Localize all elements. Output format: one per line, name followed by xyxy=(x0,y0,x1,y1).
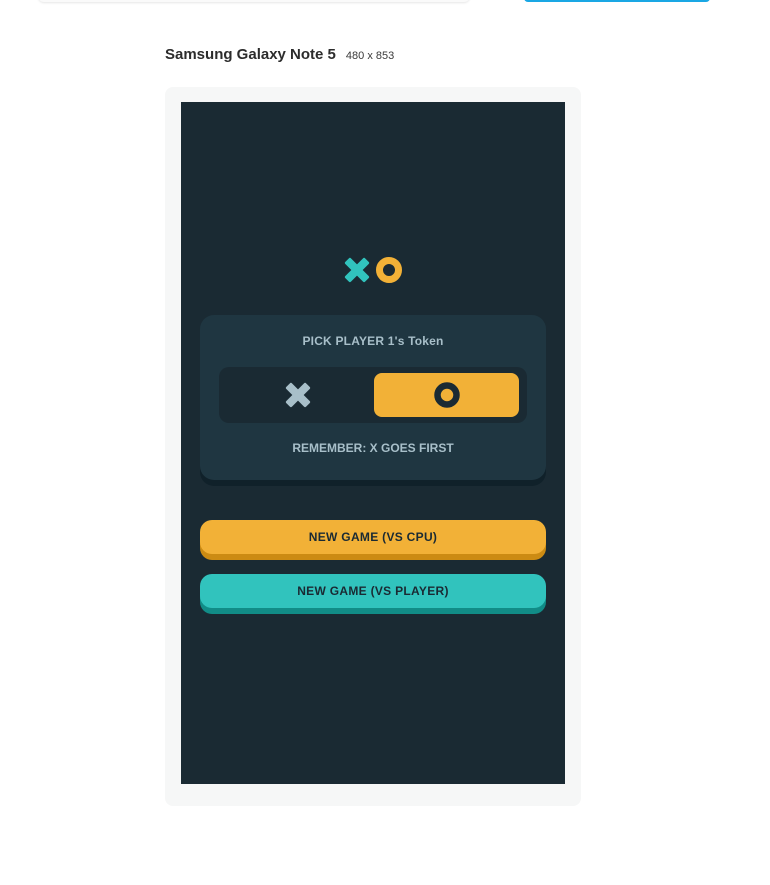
o-mark-icon xyxy=(376,257,402,283)
x-mark-icon xyxy=(285,382,310,408)
top-accent-bar xyxy=(524,0,710,2)
x-goes-first-reminder: REMEMBER: X GOES FIRST xyxy=(292,441,454,455)
x-mark-icon xyxy=(344,257,370,283)
device-resolution: 480 x 853 xyxy=(345,50,395,62)
pick-token-card: PICK PLAYER 1's Token REMEMBER: X GOES F… xyxy=(200,315,546,480)
device-label: Samsung Galaxy Note 5 480 x 853 xyxy=(165,46,394,63)
device-name: Samsung Galaxy Note 5 xyxy=(165,46,336,63)
token-option-o[interactable] xyxy=(374,373,519,417)
top-panel-edge xyxy=(38,0,470,2)
new-game-vs-cpu-button[interactable]: NEW GAME (VS CPU) xyxy=(200,520,546,554)
token-toggle xyxy=(219,367,527,423)
logo xyxy=(341,255,411,289)
new-game-vs-player-button[interactable]: NEW GAME (VS PLAYER) xyxy=(200,574,546,608)
pick-token-title: PICK PLAYER 1's Token xyxy=(302,334,444,348)
app-screen: PICK PLAYER 1's Token REMEMBER: X GOES F… xyxy=(181,102,565,784)
o-mark-icon xyxy=(433,382,460,408)
token-option-x[interactable] xyxy=(225,373,370,417)
